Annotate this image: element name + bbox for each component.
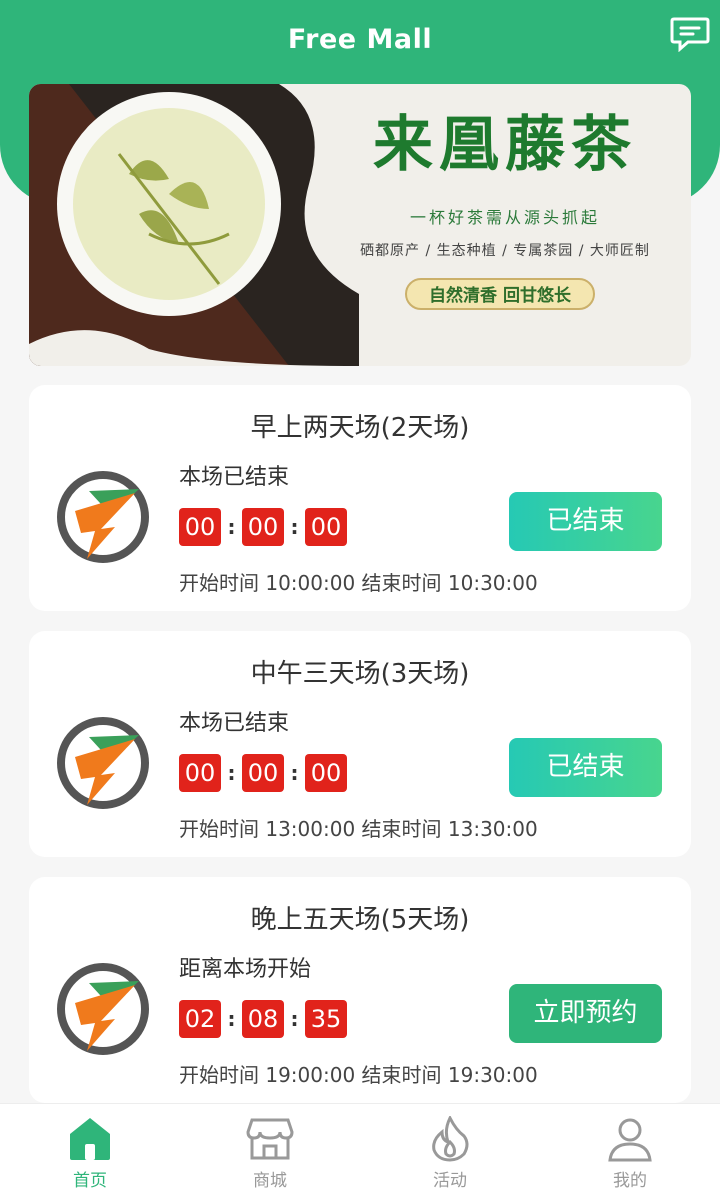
session-ended-button[interactable]: 已结束 [509, 738, 662, 797]
countdown-hours: 00 [179, 508, 221, 546]
countdown-minutes: 00 [242, 508, 284, 546]
countdown-seconds: 00 [305, 754, 347, 792]
bottom-tab-bar: 首页 商城 活动 我的 [0, 1103, 720, 1201]
session-ended-button[interactable]: 已结束 [509, 492, 662, 551]
session-status: 距离本场开始 [179, 957, 312, 982]
banner-title: 来凰藤茶 [373, 110, 637, 180]
fire-icon [432, 1116, 469, 1162]
flag-logo-icon [57, 963, 149, 1055]
countdown-seconds: 35 [305, 1000, 347, 1038]
app-title: Free Mall [287, 24, 433, 55]
tab-store[interactable]: 商城 [210, 1116, 330, 1191]
session-card: 早上两天场(2天场) 本场已结束 00 : 00 : 00 开始时间 10:00… [29, 385, 691, 611]
tab-profile[interactable]: 我的 [570, 1116, 690, 1191]
session-title: 早上两天场(2天场) [250, 413, 470, 443]
flag-logo-icon [57, 471, 149, 563]
banner-features: 硒都原产 / 生态种植 / 专属茶园 / 大师匠制 [360, 243, 650, 259]
countdown-hours: 02 [179, 1000, 221, 1038]
session-time: 开始时间 10:00:00 结束时间 10:30:00 [179, 571, 538, 595]
tab-home[interactable]: 首页 [30, 1116, 150, 1191]
session-card: 中午三天场(3天场) 本场已结束 00 : 00 : 00 开始时间 13:00… [29, 631, 691, 857]
banner-slogan: 一杯好茶需从源头抓起 [409, 208, 600, 227]
user-icon [608, 1118, 652, 1162]
promo-banner[interactable]: 来凰藤茶 一杯好茶需从源头抓起 硒都原产 / 生态种植 / 专属茶园 / 大师匠… [29, 84, 691, 366]
countdown-seconds: 00 [305, 508, 347, 546]
session-status: 本场已结束 [179, 465, 290, 490]
session-status: 本场已结束 [179, 711, 290, 736]
tab-label: 商城 [253, 1171, 287, 1191]
tab-label: 活动 [433, 1171, 467, 1191]
countdown-hours: 00 [179, 754, 221, 792]
home-icon [70, 1118, 110, 1160]
message-icon [670, 17, 710, 53]
store-icon [246, 1118, 294, 1160]
session-title: 中午三天场(3天场) [250, 659, 470, 689]
message-button[interactable] [670, 16, 710, 53]
session-card: 晚上五天场(5天场) 距离本场开始 02 : 08 : 35 开始时间 19:0… [29, 877, 691, 1103]
tab-label: 我的 [613, 1171, 647, 1191]
session-time: 开始时间 19:00:00 结束时间 19:30:00 [179, 1063, 538, 1087]
session-time: 开始时间 13:00:00 结束时间 13:30:00 [179, 817, 538, 841]
banner-tagline: 自然清香 回甘悠长 [405, 278, 595, 310]
tab-activity[interactable]: 活动 [390, 1116, 510, 1191]
countdown-minutes: 00 [242, 754, 284, 792]
tab-label: 首页 [73, 1171, 107, 1191]
book-now-button[interactable]: 立即预约 [509, 984, 662, 1043]
countdown-timer: 00 : 00 : 00 [179, 507, 347, 547]
countdown-timer: 00 : 00 : 00 [179, 753, 347, 793]
countdown-minutes: 08 [242, 1000, 284, 1038]
countdown-timer: 02 : 08 : 35 [179, 999, 347, 1039]
flag-logo-icon [57, 717, 149, 809]
tea-bowl-image [29, 84, 359, 366]
session-title: 晚上五天场(5天场) [250, 905, 470, 935]
